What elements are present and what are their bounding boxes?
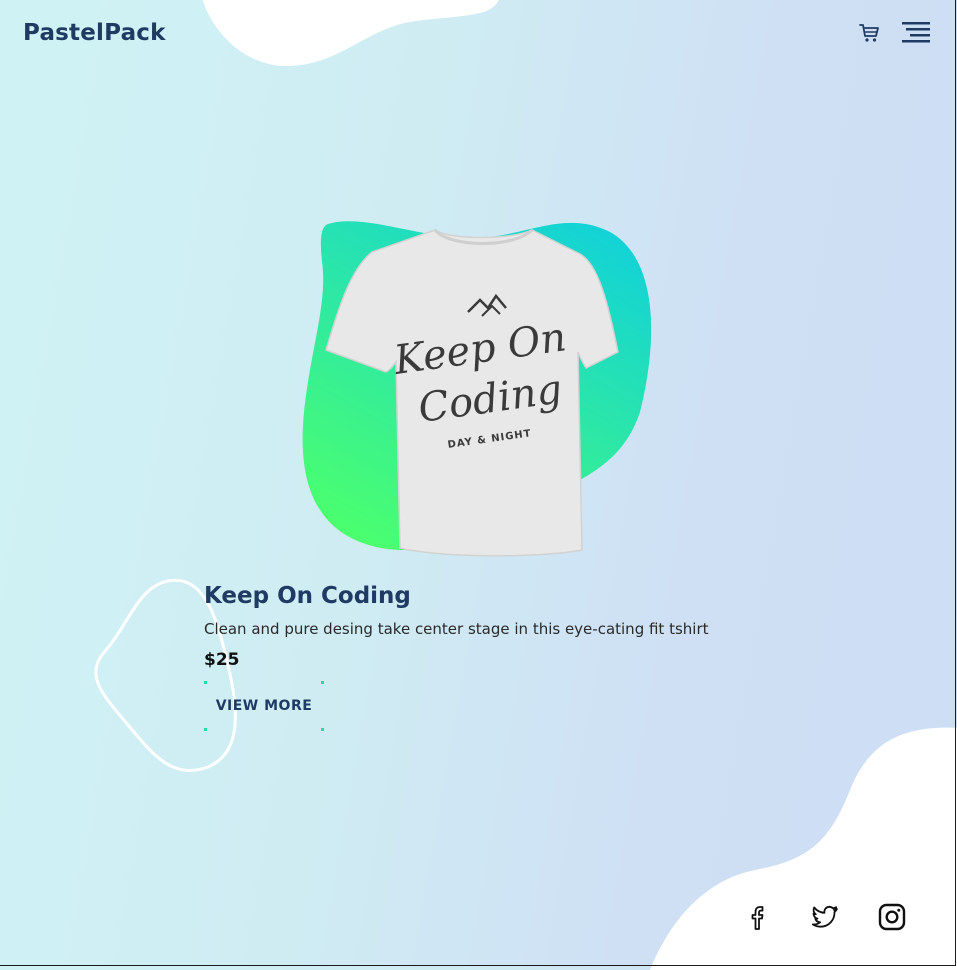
- button-corner-dot: [321, 728, 324, 731]
- brand-logo[interactable]: PastelPack: [23, 20, 166, 46]
- product-image: Keep On Coding DAY & NIGHT: [302, 221, 652, 557]
- view-more-button[interactable]: VIEW MORE: [204, 681, 324, 731]
- button-corner-dot: [204, 681, 207, 684]
- cart-icon[interactable]: [858, 22, 880, 44]
- product-price: $25: [204, 650, 240, 670]
- decorative-blob-top: [202, 0, 499, 67]
- decorative-blob-bottom: [650, 727, 957, 970]
- instagram-icon[interactable]: [877, 902, 907, 932]
- facebook-icon[interactable]: [744, 902, 774, 932]
- button-corner-dot: [204, 728, 207, 731]
- button-corner-dot: [321, 681, 324, 684]
- twitter-icon[interactable]: [810, 902, 840, 932]
- product-info: Keep On Coding Clean and pure desing tak…: [204, 580, 709, 672]
- product-description: Clean and pure desing take center stage …: [204, 620, 709, 638]
- product-title: Keep On Coding: [204, 583, 411, 609]
- menu-icon[interactable]: [900, 21, 932, 45]
- view-more-label: VIEW MORE: [215, 698, 313, 714]
